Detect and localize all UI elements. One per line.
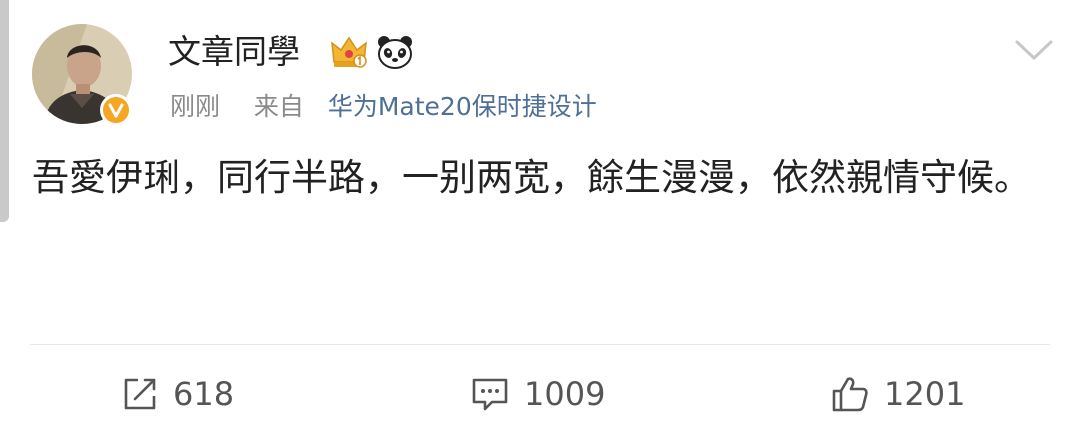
comment-icon	[472, 378, 508, 411]
repost-count: 618	[173, 375, 235, 413]
source-prefix: 来自	[253, 92, 304, 121]
post-text: 吾愛伊琍，同行半路，一别两宽，餘生漫漫，依然親情守候。	[32, 156, 1031, 199]
username[interactable]: 文章同學	[168, 30, 300, 74]
like-button[interactable]: 1201	[830, 370, 965, 418]
source-link[interactable]: 华为Mate20保时捷设计	[328, 92, 597, 121]
repost-icon	[124, 378, 156, 410]
post-time: 刚刚	[170, 92, 221, 121]
screen-edge	[0, 0, 9, 222]
like-count: 1201	[884, 375, 966, 413]
comment-button[interactable]: 1009	[470, 370, 605, 418]
divider	[30, 344, 1050, 345]
repost-button[interactable]: 618	[121, 370, 234, 418]
panda-icon[interactable]	[375, 32, 415, 72]
thumbs-up-icon	[832, 377, 868, 412]
verified-icon	[100, 94, 132, 126]
crown-icon[interactable]	[329, 32, 369, 72]
comment-count: 1009	[524, 375, 606, 413]
post-meta: 刚刚 来自 华为Mate20保时捷设计	[170, 90, 597, 124]
chevron-down-icon[interactable]	[1014, 34, 1054, 66]
